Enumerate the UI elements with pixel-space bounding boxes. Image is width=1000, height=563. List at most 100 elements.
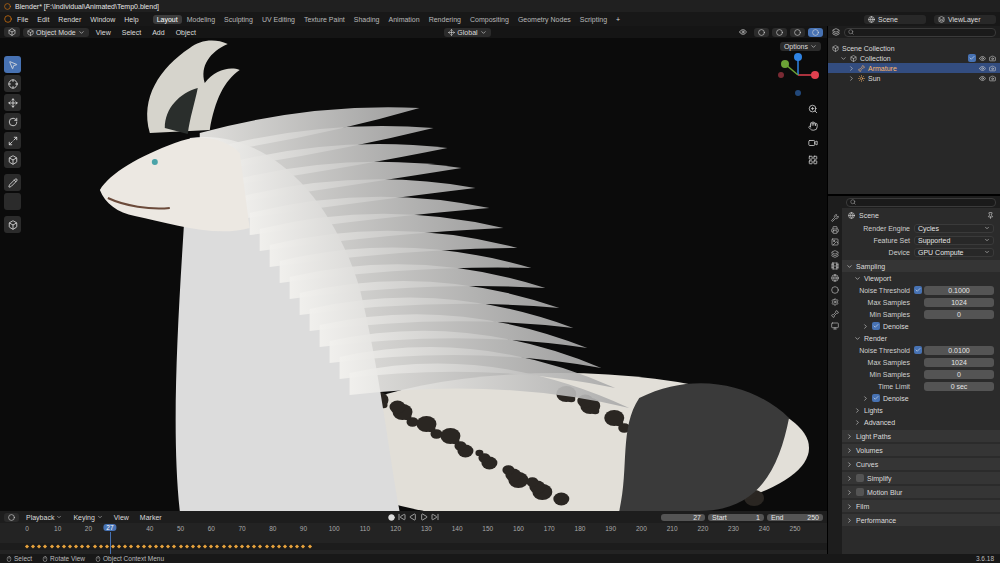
property-checkbox[interactable]	[914, 286, 922, 294]
panel-header[interactable]: Light Paths	[842, 430, 1000, 442]
outliner-search[interactable]	[844, 28, 996, 37]
options-button[interactable]: Options	[780, 42, 821, 51]
panel-header[interactable]: Advanced	[842, 416, 1000, 428]
outliner-item[interactable]: Sun	[828, 73, 1000, 83]
property-dropdown[interactable]: Cycles	[914, 224, 994, 233]
tool-button[interactable]	[4, 174, 21, 191]
viewport-canvas[interactable]: Options	[0, 38, 827, 511]
workspace-tab[interactable]: Sculpting	[220, 15, 257, 24]
number-field[interactable]: 0	[924, 310, 994, 319]
workspace-tab[interactable]: Geometry Nodes	[514, 15, 575, 24]
menu-item[interactable]: Render	[54, 15, 85, 24]
pan-button[interactable]	[806, 119, 819, 132]
properties-tab-icon[interactable]	[831, 238, 839, 246]
timeline-menu[interactable]: Marker	[136, 513, 166, 522]
record-icon[interactable]	[388, 514, 395, 521]
zoom-button[interactable]	[806, 102, 819, 115]
viewport-menu[interactable]: View	[92, 28, 115, 37]
outliner-item[interactable]: Armature	[828, 63, 1000, 73]
panel-header[interactable]: Render	[842, 332, 1000, 344]
tool-button[interactable]	[4, 132, 21, 149]
viewport-menu[interactable]: Select	[118, 28, 145, 37]
properties-tab-icon[interactable]	[831, 310, 839, 318]
panel-checkbox[interactable]	[872, 394, 880, 402]
visibility-button[interactable]	[735, 27, 751, 37]
end-frame-field[interactable]: End250	[767, 514, 823, 521]
playhead-line[interactable]	[110, 532, 111, 554]
shading-button[interactable]	[790, 28, 805, 37]
eye-icon[interactable]	[979, 75, 986, 82]
number-field[interactable]: 1024	[924, 298, 994, 307]
perspective-button[interactable]	[806, 153, 819, 166]
workspace-tab[interactable]: Layout	[153, 15, 182, 24]
outliner-item[interactable]: Collection	[828, 53, 1000, 63]
outliner-icon[interactable]	[832, 28, 840, 36]
workspace-tab[interactable]: UV Editing	[258, 15, 299, 24]
panel-checkbox[interactable]	[856, 474, 864, 482]
shading-button[interactable]	[754, 28, 769, 37]
play-icon[interactable]	[420, 513, 428, 521]
tool-button[interactable]	[4, 151, 21, 168]
camera-icon[interactable]	[989, 65, 996, 72]
timeline-menu[interactable]: Playback	[22, 513, 66, 522]
collapsed-arrow-icon[interactable]	[848, 75, 855, 82]
workspace-tab[interactable]: Scripting	[576, 15, 611, 24]
camera-icon[interactable]	[989, 55, 996, 62]
tool-button[interactable]	[4, 94, 21, 111]
panel-header[interactable]: Denoise	[842, 320, 1000, 332]
panel-header[interactable]: Film	[842, 500, 1000, 512]
jump-end-icon[interactable]	[431, 513, 439, 521]
viewport-menu[interactable]: Add	[148, 28, 168, 37]
properties-tab-icon[interactable]	[831, 250, 839, 258]
scene-selector[interactable]: Scene	[864, 15, 926, 24]
properties-tab-icon[interactable]	[831, 286, 839, 294]
panel-header[interactable]: Simplify	[842, 472, 1000, 484]
editor-type-button[interactable]	[4, 513, 19, 522]
orientation-dropdown[interactable]: Global	[444, 28, 490, 37]
panel-header[interactable]: Viewport	[842, 272, 1000, 284]
number-field[interactable]: 0.0100	[924, 346, 994, 355]
workspace-tab[interactable]: Texture Paint	[300, 15, 349, 24]
workspace-tab[interactable]: Modeling	[183, 15, 219, 24]
mode-dropdown[interactable]: Object Mode	[23, 28, 89, 37]
property-dropdown[interactable]: Supported	[914, 236, 994, 245]
shading-button[interactable]	[808, 28, 823, 37]
number-field[interactable]: 1024	[924, 358, 994, 367]
viewport-menu[interactable]: Object	[172, 28, 200, 37]
editor-type-button[interactable]	[4, 27, 20, 37]
start-frame-field[interactable]: Start1	[708, 514, 764, 521]
panel-checkbox[interactable]	[856, 488, 864, 496]
camera-view-button[interactable]	[806, 136, 819, 149]
collapsed-arrow-icon[interactable]	[848, 65, 855, 72]
tool-button[interactable]	[4, 113, 21, 130]
shading-button[interactable]	[772, 28, 787, 37]
menu-item[interactable]: Help	[120, 15, 142, 24]
number-field[interactable]: 0 sec	[924, 382, 994, 391]
eye-icon[interactable]	[979, 55, 986, 62]
properties-tab-icon[interactable]	[831, 262, 839, 270]
tool-button[interactable]	[4, 75, 21, 92]
play-reverse-icon[interactable]	[409, 513, 417, 521]
camera-icon[interactable]	[989, 75, 996, 82]
properties-search[interactable]	[846, 198, 996, 207]
properties-tab-icon[interactable]	[831, 274, 839, 282]
timeline-menu[interactable]: Keying	[69, 513, 106, 522]
timeline-ruler[interactable]: 0102040506070809010011012013014015016017…	[0, 523, 827, 554]
expanded-arrow-icon[interactable]	[840, 55, 847, 62]
jump-start-icon[interactable]	[398, 513, 406, 521]
property-dropdown[interactable]: GPU Compute	[914, 248, 994, 257]
menu-item[interactable]: Window	[86, 15, 119, 24]
workspace-tab[interactable]: Animation	[385, 15, 424, 24]
panel-header[interactable]: Sampling	[842, 260, 1000, 272]
number-field[interactable]: 0.1000	[924, 286, 994, 295]
panel-header[interactable]: Performance	[842, 514, 1000, 526]
eye-icon[interactable]	[979, 65, 986, 72]
tool-button[interactable]	[4, 193, 21, 210]
menu-item[interactable]: Edit	[33, 15, 53, 24]
tool-button[interactable]	[4, 216, 21, 233]
menu-item[interactable]: File	[13, 15, 32, 24]
outliner-item[interactable]: Scene Collection	[828, 43, 1000, 53]
properties-tab-icon[interactable]	[831, 226, 839, 234]
properties-tab-icon[interactable]	[831, 298, 839, 306]
current-frame-field[interactable]: 27	[661, 514, 705, 521]
